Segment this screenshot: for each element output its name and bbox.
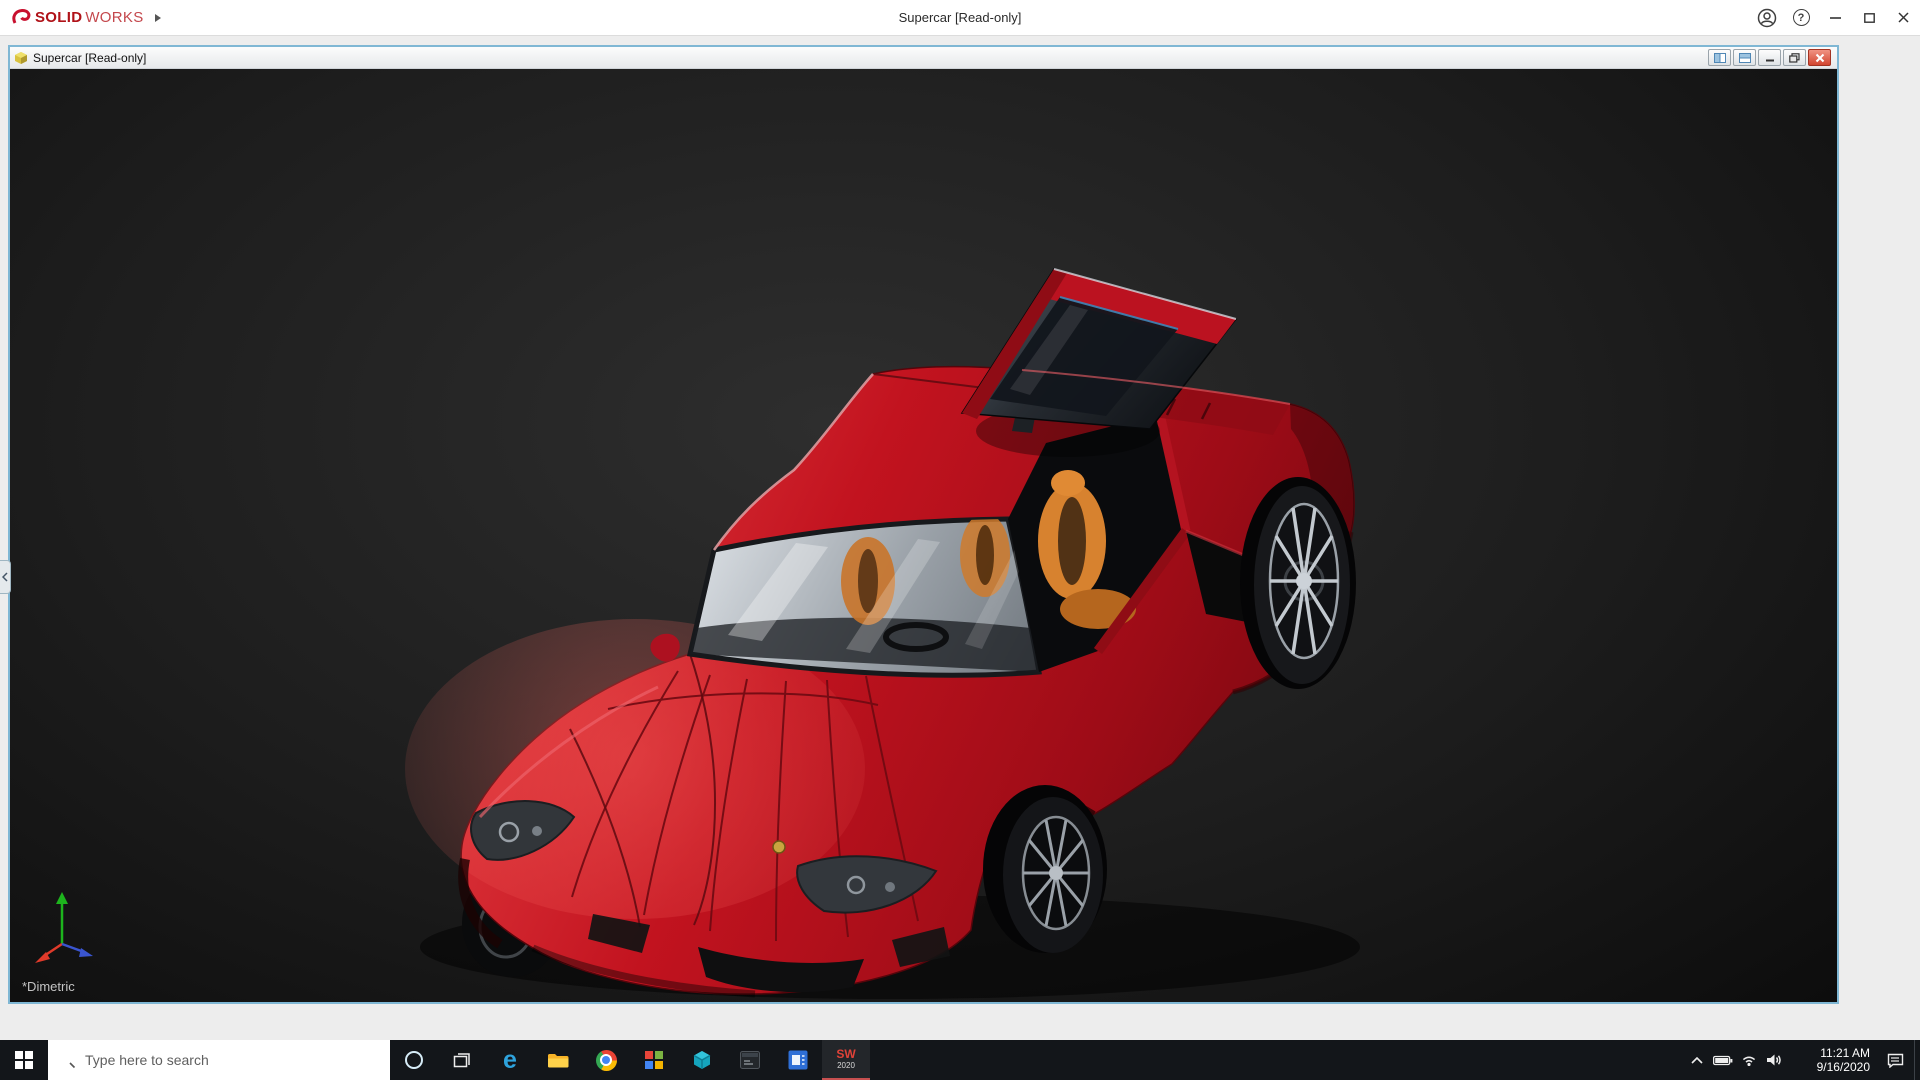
supercar-3d-model[interactable]	[10, 69, 1837, 1002]
battery-icon	[1713, 1055, 1733, 1066]
clock-time: 11:21 AM	[1794, 1046, 1870, 1060]
screen: SOLIDWORKS Supercar [Read-only] ?	[0, 0, 1920, 1080]
blue-window-app-button[interactable]	[774, 1040, 822, 1080]
doc-restore-button[interactable]	[1783, 49, 1806, 66]
maximize-icon	[1864, 13, 1875, 23]
windows-logo-icon	[15, 1051, 33, 1069]
task-view-icon	[452, 1050, 472, 1070]
doc-close-button[interactable]	[1808, 49, 1831, 66]
minimize-icon	[1830, 17, 1841, 19]
front-right-wheel	[983, 785, 1107, 953]
action-center-button[interactable]	[1876, 1040, 1914, 1080]
search-icon	[59, 1052, 76, 1069]
solidworks-brand: SOLIDWORKS	[0, 8, 144, 28]
blue-window-app-icon	[788, 1050, 808, 1070]
doc-restore-icon	[1789, 53, 1800, 63]
doc-close-icon	[1815, 53, 1825, 63]
help-button[interactable]: ?	[1784, 0, 1818, 36]
wifi-icon	[1741, 1054, 1757, 1066]
cortana-button[interactable]	[390, 1040, 438, 1080]
close-icon	[1898, 12, 1909, 23]
taskbar: e	[0, 1040, 1920, 1080]
doc-minimize-button[interactable]	[1758, 49, 1781, 66]
rear-right-wheel	[1240, 477, 1356, 689]
flyout-arrow-icon	[154, 13, 162, 23]
solidworks-logo-icon	[10, 8, 32, 28]
show-desktop-button[interactable]	[1914, 1040, 1920, 1080]
view-orientation-label: *Dimetric	[22, 979, 75, 994]
menu-flyout-arrow[interactable]	[154, 13, 162, 23]
split-view-horizontal-button[interactable]	[1733, 49, 1756, 66]
document-controls	[1708, 49, 1833, 66]
split-horizontal-icon	[1739, 53, 1751, 63]
cube-app-button[interactable]	[678, 1040, 726, 1080]
clock-date: 9/16/2020	[1794, 1060, 1870, 1074]
app-title: Supercar [Read-only]	[0, 10, 1920, 25]
minimize-button[interactable]	[1818, 0, 1852, 36]
system-tray: 11:21 AM 9/16/2020	[1684, 1040, 1920, 1080]
chevron-up-icon	[1691, 1057, 1703, 1064]
brand-text-solid: SOLID	[35, 9, 82, 26]
featuremanager-collapsed-tab[interactable]	[0, 560, 11, 594]
orientation-triad	[30, 888, 104, 968]
cube-app-icon	[692, 1050, 712, 1070]
doc-minimize-icon	[1765, 54, 1775, 62]
cortana-icon	[403, 1049, 425, 1071]
mdi-client-area: Supercar [Read-only]	[0, 36, 1920, 1040]
close-button[interactable]	[1886, 0, 1920, 36]
app-titlebar: SOLIDWORKS Supercar [Read-only] ?	[0, 0, 1920, 36]
speaker-icon	[1766, 1053, 1784, 1067]
hood-badge	[773, 841, 785, 853]
brand-text-works: WORKS	[85, 9, 143, 26]
action-center-icon	[1887, 1053, 1904, 1068]
supercar-group[interactable]	[405, 269, 1360, 999]
account-button[interactable]	[1750, 0, 1784, 36]
volume-button[interactable]	[1762, 1040, 1788, 1080]
chrome-button[interactable]	[582, 1040, 630, 1080]
graphics-area[interactable]: *Dimetric	[10, 69, 1837, 1002]
file-explorer-icon	[547, 1052, 569, 1069]
colored-grid-app-button[interactable]	[630, 1040, 678, 1080]
start-button[interactable]	[0, 1040, 48, 1080]
taskbar-clock[interactable]: 11:21 AM 9/16/2020	[1794, 1046, 1870, 1074]
network-button[interactable]	[1736, 1040, 1762, 1080]
document-window: Supercar [Read-only]	[8, 45, 1839, 1004]
edge-button[interactable]: e	[486, 1040, 534, 1080]
taskbar-search[interactable]	[48, 1040, 390, 1080]
solidworks-taskbar-button[interactable]: SW 2020	[822, 1040, 870, 1080]
split-view-vertical-button[interactable]	[1708, 49, 1731, 66]
chevron-left-icon	[2, 572, 8, 582]
edge-icon: e	[503, 1048, 517, 1073]
colored-grid-app-icon	[645, 1051, 663, 1069]
help-icon: ?	[1793, 9, 1810, 26]
account-icon	[1757, 8, 1777, 28]
file-explorer-button[interactable]	[534, 1040, 582, 1080]
hidden-icons-button[interactable]	[1684, 1040, 1710, 1080]
taskbar-search-input[interactable]	[85, 1052, 379, 1068]
console-app-icon	[740, 1051, 760, 1069]
solidworks-badge-year: 2020	[837, 1062, 855, 1070]
chrome-icon	[596, 1050, 617, 1071]
console-app-button[interactable]	[726, 1040, 774, 1080]
document-title: Supercar [Read-only]	[33, 51, 146, 65]
battery-button[interactable]	[1710, 1040, 1736, 1080]
split-vertical-icon	[1714, 53, 1726, 63]
document-titlebar[interactable]: Supercar [Read-only]	[10, 47, 1837, 69]
titlebar-controls: ?	[1750, 0, 1920, 35]
solidworks-badge-sw: SW	[836, 1048, 855, 1060]
maximize-button[interactable]	[1852, 0, 1886, 36]
part-document-icon	[14, 51, 28, 65]
task-view-button[interactable]	[438, 1040, 486, 1080]
